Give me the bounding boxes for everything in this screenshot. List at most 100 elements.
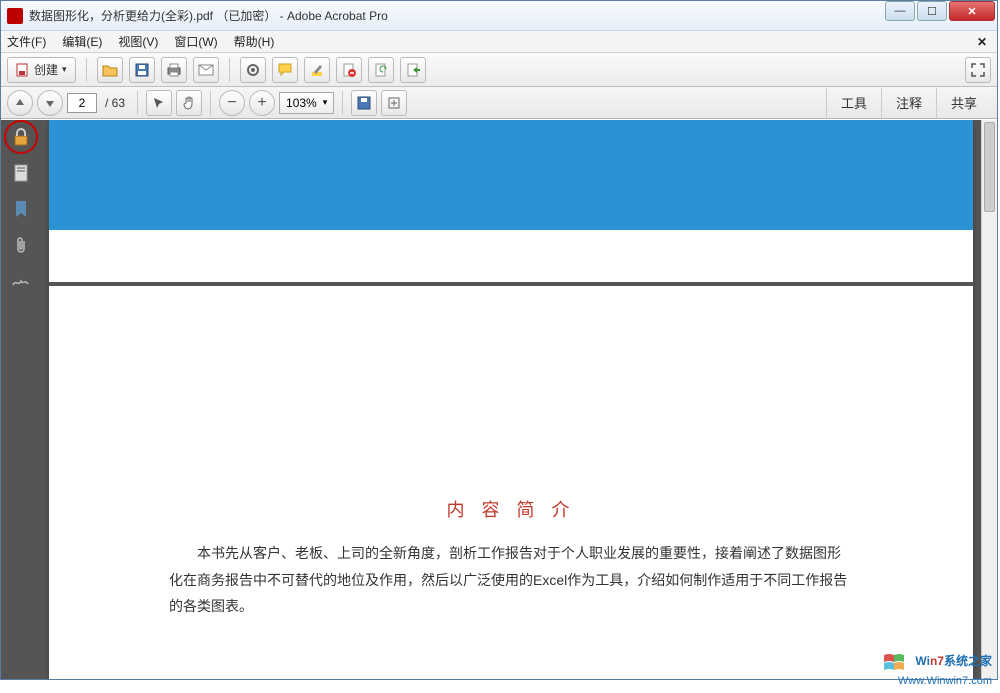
content-area: 内 容 简 介 本书先从客户、老板、上司的全新角度，剖析工作报告对于个人职业发展… (1, 120, 997, 679)
zoom-level-select[interactable]: 103% ▾ (279, 92, 334, 114)
export-button[interactable] (400, 57, 426, 83)
save-button[interactable] (129, 57, 155, 83)
minus-icon: − (227, 94, 236, 112)
page-delete-icon (342, 63, 356, 77)
intro-text: 本书先从客户、老板、上司的全新角度，剖析工作报告对于个人职业发展的重要性，接着阐… (169, 540, 853, 620)
zoom-out-button[interactable]: − (219, 90, 245, 116)
rotate-page-button[interactable] (368, 57, 394, 83)
separator (229, 58, 230, 82)
signatures-panel-button[interactable] (10, 270, 32, 292)
envelope-icon (198, 64, 214, 76)
cursor-icon (152, 96, 166, 110)
share-panel-tab[interactable]: 共享 (936, 88, 991, 118)
prev-page-button[interactable] (7, 90, 33, 116)
main-toolbar: 创建 ▾ (1, 53, 997, 87)
print-button[interactable] (161, 57, 187, 83)
thumbnails-panel-button[interactable] (10, 162, 32, 184)
menubar: 文件(F) 编辑(E) 视图(V) 窗口(W) 帮助(H) ✕ (1, 31, 997, 53)
watermark: Win7系统之家 Www.Winwin7.com (882, 651, 992, 687)
delete-page-button[interactable] (336, 57, 362, 83)
maximize-button[interactable]: ☐ (917, 1, 947, 21)
page-number-input[interactable] (67, 93, 97, 113)
separator (86, 58, 87, 82)
open-button[interactable] (97, 57, 123, 83)
printer-icon (166, 63, 182, 77)
folder-open-icon (102, 63, 118, 77)
menu-help[interactable]: 帮助(H) (234, 33, 275, 50)
floppy-icon (135, 63, 149, 77)
arrow-down-icon (44, 97, 56, 109)
signature-icon (12, 274, 30, 288)
speech-bubble-icon (278, 63, 292, 76)
right-panel-tabs: 工具 注释 共享 (826, 88, 991, 118)
gear-icon (246, 63, 260, 77)
comment-button[interactable] (272, 57, 298, 83)
menu-view[interactable]: 视图(V) (118, 33, 158, 50)
fit-page-button[interactable] (381, 90, 407, 116)
app-icon (7, 8, 23, 24)
highlight-button[interactable] (304, 57, 330, 83)
next-page-button[interactable] (37, 90, 63, 116)
close-button[interactable]: ✕ (949, 1, 995, 21)
app-window: 数据图形化，分析更给力(全彩).pdf （已加密） - Adobe Acroba… (0, 0, 998, 680)
separator (137, 91, 138, 115)
create-button[interactable]: 创建 ▾ (7, 57, 76, 83)
watermark-brand-prefix: Wi (915, 654, 930, 668)
dropdown-icon: ▾ (62, 64, 67, 75)
watermark-brand-suffix: 系统之家 (944, 654, 992, 668)
bookmarks-panel-button[interactable] (10, 198, 32, 220)
menu-window[interactable]: 窗口(W) (174, 33, 217, 50)
watermark-brand-seven: n7 (930, 654, 944, 668)
security-panel-button[interactable] (10, 126, 32, 148)
tools-panel-tab[interactable]: 工具 (826, 88, 881, 118)
settings-button[interactable] (240, 57, 266, 83)
bookmark-icon (14, 200, 28, 218)
hand-tool-button[interactable] (176, 90, 202, 116)
page-export-icon (406, 63, 420, 77)
zoom-value: 103% (286, 96, 317, 110)
plus-icon: + (257, 94, 266, 112)
scrollbar-thumb[interactable] (984, 122, 995, 212)
menu-file[interactable]: 文件(F) (7, 33, 46, 50)
navigation-toolbar: / 63 − + 103% ▾ 工具 注释 共享 (1, 87, 997, 119)
watermark-url: Www.Winwin7.com (898, 675, 992, 687)
page-subheader-band (49, 230, 973, 286)
paperclip-icon (14, 236, 28, 254)
titlebar: 数据图形化，分析更给力(全彩).pdf （已加密） - Adobe Acroba… (1, 1, 997, 31)
highlight-annotation (4, 120, 38, 154)
window-title: 数据图形化，分析更给力(全彩).pdf （已加密） - Adobe Acroba… (29, 7, 885, 24)
hand-icon (182, 96, 196, 110)
vertical-scrollbar[interactable] (981, 120, 997, 679)
minimize-button[interactable]: — (885, 1, 915, 21)
menu-edit[interactable]: 编辑(E) (62, 33, 102, 50)
page-rotate-icon (374, 63, 388, 77)
document-viewport[interactable]: 内 容 简 介 本书先从客户、老板、上司的全新角度，剖析工作报告对于个人职业发展… (41, 120, 981, 679)
floppy-icon (357, 96, 371, 110)
fullscreen-icon (971, 63, 985, 77)
create-label: 创建 (34, 61, 58, 78)
zoom-in-button[interactable]: + (249, 90, 275, 116)
fullscreen-button[interactable] (965, 57, 991, 83)
window-controls: — ☐ ✕ (885, 1, 995, 23)
page-body: 内 容 简 介 本书先从客户、老板、上司的全新角度，剖析工作报告对于个人职业发展… (49, 286, 973, 660)
page-thumbnails-icon (13, 164, 29, 182)
email-button[interactable] (193, 57, 219, 83)
attachments-panel-button[interactable] (10, 234, 32, 256)
dropdown-icon: ▾ (323, 97, 328, 108)
highlighter-icon (310, 63, 324, 77)
pdf-page: 内 容 简 介 本书先从客户、老板、上司的全新角度，剖析工作报告对于个人职业发展… (49, 120, 973, 679)
page-total-label: / 63 (105, 96, 125, 110)
comment-panel-tab[interactable]: 注释 (881, 88, 936, 118)
page-header-band (49, 120, 973, 230)
fit-page-icon (387, 96, 401, 110)
save-button-2[interactable] (351, 90, 377, 116)
separator (210, 91, 211, 115)
create-pdf-icon (16, 63, 30, 77)
arrow-up-icon (14, 97, 26, 109)
navigation-sidebar (1, 120, 41, 679)
close-document-button[interactable]: ✕ (977, 35, 987, 49)
intro-title: 内 容 简 介 (169, 496, 853, 522)
separator (342, 91, 343, 115)
windows-flag-icon (882, 651, 908, 673)
select-tool-button[interactable] (146, 90, 172, 116)
